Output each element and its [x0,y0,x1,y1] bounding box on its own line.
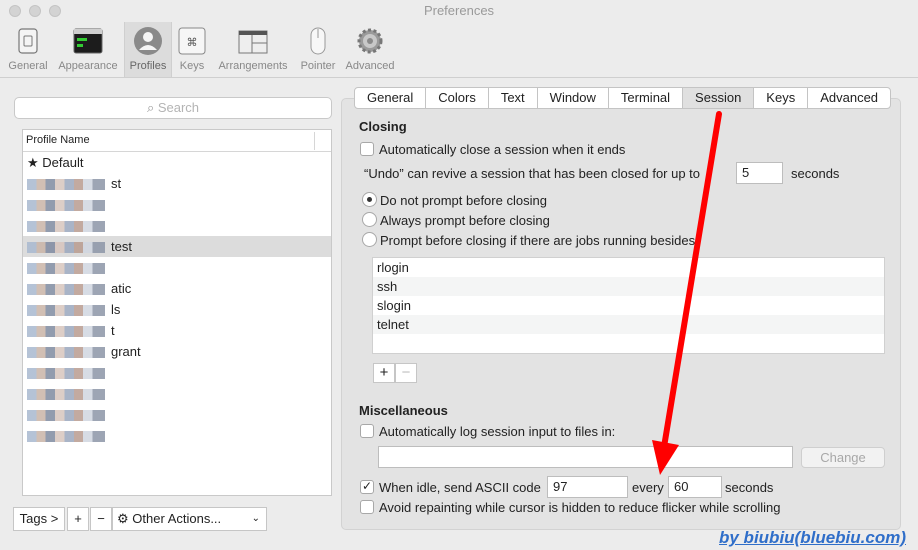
watermark-text: by biubiu(bluebiu.com) [719,528,906,547]
annotation-arrow [652,111,722,475]
